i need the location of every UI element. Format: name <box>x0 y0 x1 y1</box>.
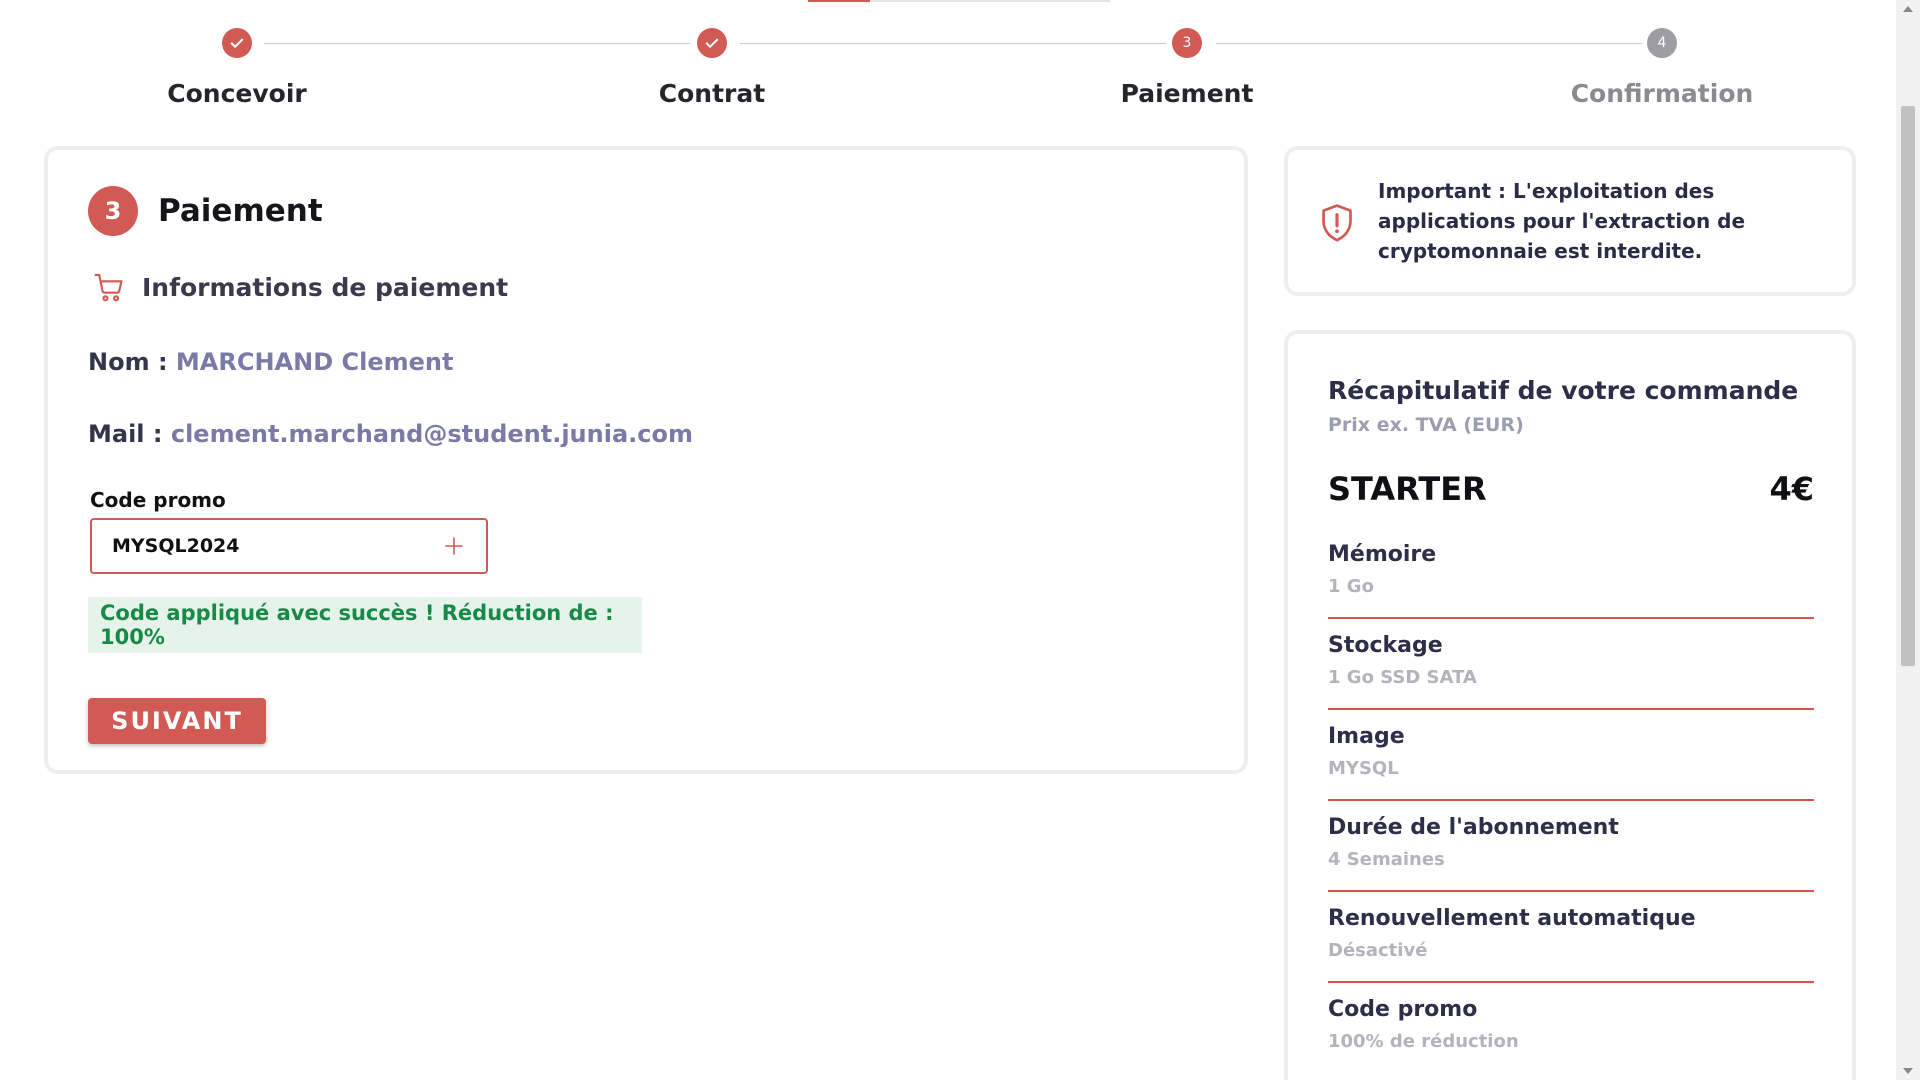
summary-item-value: 1 Go SSD SATA <box>1328 667 1477 688</box>
page-title: Paiement <box>158 193 323 229</box>
plan-name: STARTER <box>1328 470 1487 508</box>
step-confirmation-number: 4 <box>1647 28 1677 58</box>
summary-item-stockage: Stockage 1 Go SSD SATA <box>1328 619 1814 710</box>
order-summary-card: Récapitulatif de votre commande Prix ex.… <box>1284 330 1856 1080</box>
summary-item-image: Image MYSQL <box>1328 710 1814 801</box>
scroll-thumb[interactable] <box>1901 106 1915 666</box>
shield-alert-icon <box>1322 204 1352 242</box>
step-label-confirmation: Confirmation <box>1570 79 1754 108</box>
promo-code-label: Code promo <box>90 488 226 512</box>
summary-item-memoire: Mémoire 1 Go <box>1328 528 1814 619</box>
summary-item-label: Renouvellement automatique <box>1328 906 1696 931</box>
important-notice-card: Important : L'exploitation des applicati… <box>1284 146 1856 296</box>
mail-label: Mail : <box>88 420 163 448</box>
summary-item-label: Image <box>1328 724 1405 749</box>
step-concevoir-check-icon[interactable] <box>222 28 252 58</box>
important-notice-text: Important : L'exploitation des applicati… <box>1378 179 1746 263</box>
name-label: Nom : <box>88 348 168 376</box>
summary-item-renouvellement: Renouvellement automatique Désactivé <box>1328 892 1814 983</box>
summary-item-label: Code promo <box>1328 997 1478 1022</box>
step-number-badge: 3 <box>88 186 138 236</box>
summary-item-value: Désactivé <box>1328 940 1428 961</box>
stepper-connector <box>740 43 1166 44</box>
step-label-concevoir[interactable]: Concevoir <box>87 79 387 108</box>
plan-row: STARTER 4€ <box>1328 470 1814 508</box>
payment-card: 3 Paiement Informations de paiement Nom … <box>44 146 1248 774</box>
summary-item-value: 4 Semaines <box>1328 849 1445 870</box>
plan-price: 4€ <box>1769 470 1814 508</box>
summary-item-code-promo: Code promo 100% de réduction <box>1328 983 1814 1074</box>
stepper-connector <box>264 43 690 44</box>
step-label-paiement: Paiement <box>1120 79 1254 108</box>
payment-info-header: Informations de paiement <box>92 270 508 304</box>
summary-item-label: Stockage <box>1328 633 1443 658</box>
summary-item-label: Mémoire <box>1328 542 1437 567</box>
promo-code-input[interactable] <box>112 535 440 557</box>
page-scrollbar[interactable] <box>1896 0 1920 1080</box>
name-row: Nom : MARCHAND Clement <box>88 348 453 376</box>
mail-value: clement.marchand@student.junia.com <box>170 420 693 448</box>
payment-header: 3 Paiement <box>88 186 323 236</box>
promo-success-message: Code appliqué avec succès ! Réduction de… <box>88 597 642 653</box>
summary-item-value: MYSQL <box>1328 758 1399 779</box>
summary-subtitle: Prix ex. TVA (EUR) <box>1328 414 1524 436</box>
name-value: MARCHAND Clement <box>175 348 454 376</box>
next-button[interactable]: SUIVANT <box>88 698 266 744</box>
summary-item-label: Durée de l'abonnement <box>1328 815 1619 840</box>
scroll-down-arrow-icon[interactable] <box>1903 1068 1913 1074</box>
mail-row: Mail : clement.marchand@student.junia.co… <box>88 420 693 448</box>
promo-code-field <box>90 518 488 574</box>
step-contrat-check-icon[interactable] <box>697 28 727 58</box>
step-paiement-number: 3 <box>1172 28 1202 58</box>
scroll-up-arrow-icon[interactable] <box>1903 6 1913 12</box>
checkout-stepper: Concevoir Contrat 3 Paiement 4 Confirmat… <box>0 0 1880 140</box>
plus-icon[interactable] <box>440 532 468 560</box>
payment-page: Concevoir Contrat 3 Paiement 4 Confirmat… <box>0 0 1920 1080</box>
summary-item-duree: Durée de l'abonnement 4 Semaines <box>1328 801 1814 892</box>
summary-item-value: 1 Go <box>1328 576 1374 597</box>
summary-title: Récapitulatif de votre commande <box>1328 376 1799 405</box>
step-label-contrat[interactable]: Contrat <box>562 79 862 108</box>
stepper-connector <box>1216 43 1642 44</box>
summary-item-value: 100% de réduction <box>1328 1031 1519 1052</box>
cart-icon <box>94 273 123 302</box>
section-title: Informations de paiement <box>142 272 509 302</box>
